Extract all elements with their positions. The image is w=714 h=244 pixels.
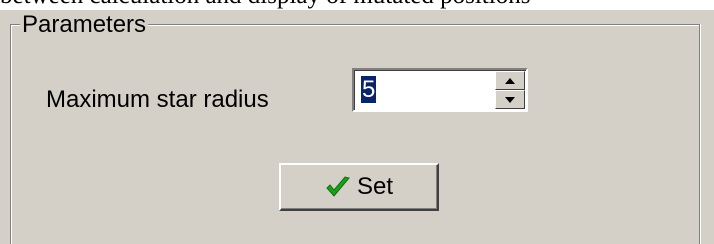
spin-buttons bbox=[495, 71, 525, 109]
up-arrow-icon bbox=[505, 77, 515, 84]
max-star-radius-label: Maximum star radius bbox=[46, 86, 269, 113]
spin-up-button[interactable] bbox=[495, 71, 525, 90]
parameters-groupbox bbox=[10, 24, 700, 244]
set-button-label: Set bbox=[356, 173, 394, 200]
max-star-radius-input[interactable]: 5 bbox=[361, 76, 491, 106]
set-button[interactable]: Set bbox=[279, 163, 439, 211]
top-strip: between calculation and display of mutat… bbox=[0, 0, 714, 10]
checkmark-icon bbox=[326, 176, 350, 197]
max-star-radius-value: 5 bbox=[361, 76, 377, 103]
spin-down-button[interactable] bbox=[495, 90, 525, 109]
max-star-radius-spinbox[interactable]: 5 bbox=[352, 68, 528, 112]
parameters-panel: between calculation and display of mutat… bbox=[0, 0, 714, 244]
top-strip-text: between calculation and display of mutat… bbox=[0, 0, 530, 8]
groupbox-title: Parameters bbox=[20, 11, 149, 39]
down-arrow-icon bbox=[505, 96, 515, 103]
